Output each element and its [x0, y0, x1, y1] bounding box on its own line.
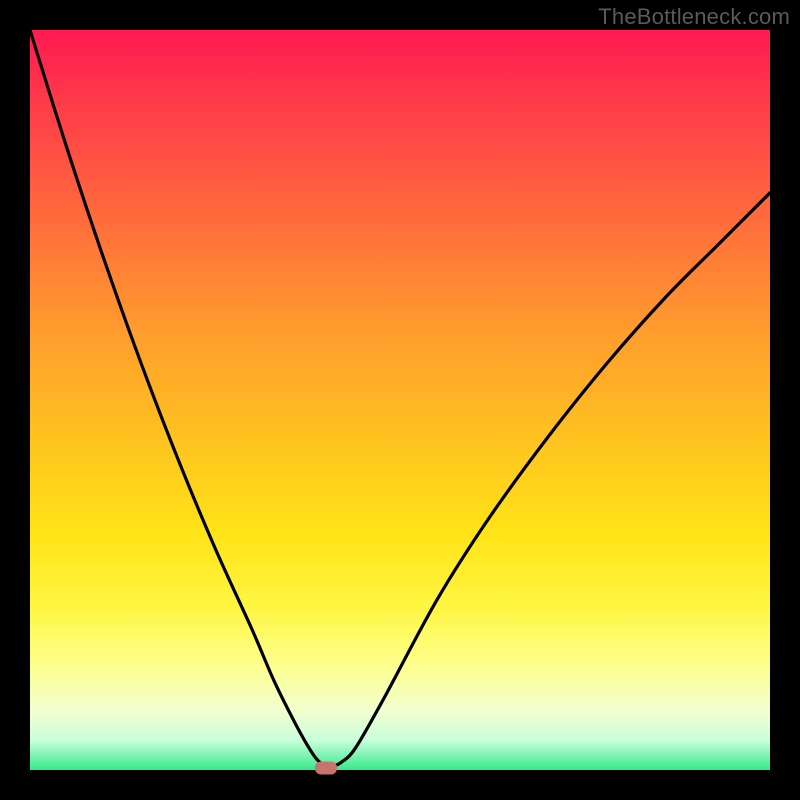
- plot-area: [30, 30, 770, 770]
- min-point-marker: [315, 761, 337, 774]
- chart-frame: TheBottleneck.com: [0, 0, 800, 800]
- bottleneck-curve: [30, 30, 770, 770]
- watermark-text: TheBottleneck.com: [598, 4, 790, 30]
- curve-path: [30, 30, 770, 766]
